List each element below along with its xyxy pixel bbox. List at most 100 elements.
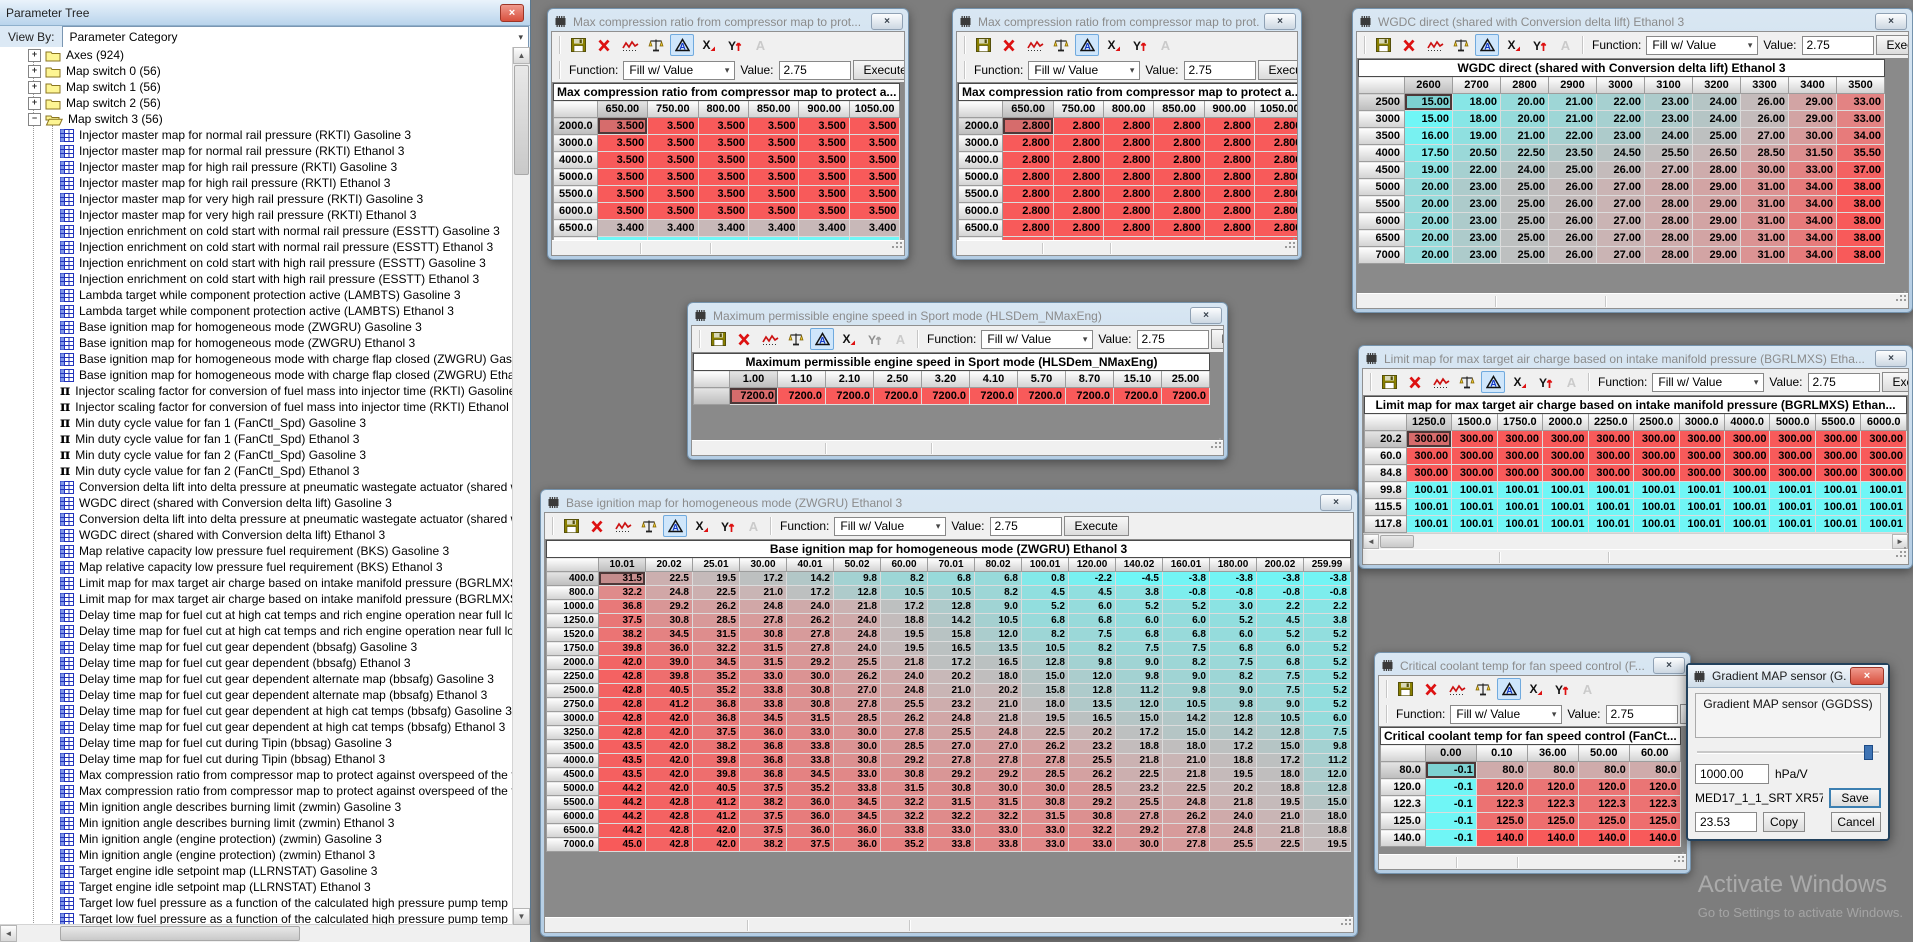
cell[interactable]: 7.5 — [1116, 642, 1163, 656]
cell[interactable]: 34.5 — [834, 796, 881, 810]
cell[interactable]: 300.00 — [1815, 431, 1860, 448]
cell[interactable]: 42.8 — [646, 796, 693, 810]
value-input[interactable]: 2.75 — [779, 61, 851, 80]
cell[interactable]: 29.00 — [1789, 111, 1837, 128]
cell[interactable]: 27.8 — [975, 754, 1022, 768]
cell[interactable]: 23.00 — [1453, 196, 1501, 213]
cell[interactable]: 15.00 — [1405, 94, 1453, 111]
cell[interactable]: 3.500 — [698, 152, 748, 169]
tree-item[interactable]: WGDC direct (shared with Conversion delt… — [0, 495, 513, 511]
close-icon[interactable]: × — [1320, 494, 1352, 511]
cell[interactable]: 26.00 — [1549, 247, 1597, 264]
cell[interactable]: 300.00 — [1815, 465, 1860, 482]
cell[interactable]: 300.00 — [1634, 448, 1679, 465]
cell[interactable]: 7200.0 — [730, 388, 778, 405]
cell[interactable]: 15.0 — [1304, 796, 1351, 810]
cell[interactable]: 3.500 — [597, 186, 647, 203]
cell[interactable]: 300.00 — [1452, 465, 1497, 482]
col-header[interactable]: 1.10 — [778, 371, 826, 388]
row-header[interactable]: 3500.0 — [547, 740, 599, 754]
col-header[interactable]: 2.50 — [874, 371, 922, 388]
cell[interactable]: 35.2 — [693, 684, 740, 698]
cell[interactable]: 22.00 — [1453, 162, 1501, 179]
cell[interactable]: 125.0 — [1578, 813, 1629, 830]
gradient-value2-input[interactable]: 23.53 — [1695, 812, 1757, 832]
cell[interactable]: 15.8 — [928, 628, 975, 642]
cell[interactable]: 3.400 — [749, 220, 799, 237]
cell[interactable]: 19.5 — [1022, 712, 1069, 726]
cell[interactable]: 3.500 — [799, 169, 849, 186]
cell[interactable]: 120.0 — [1629, 779, 1680, 796]
cell[interactable]: 3.500 — [849, 118, 900, 135]
tree-item[interactable]: Injector master map for normal rail pres… — [0, 143, 513, 159]
cell[interactable]: 17.2 — [740, 572, 787, 586]
cell[interactable]: 25.50 — [1645, 145, 1693, 162]
cell[interactable]: 12.8 — [1210, 712, 1257, 726]
cell[interactable]: -0.8 — [1210, 586, 1257, 600]
execute-button[interactable]: Execute — [1882, 372, 1910, 392]
cell[interactable]: 44.2 — [599, 810, 646, 824]
cell[interactable]: 30.00 — [1789, 128, 1837, 145]
cell[interactable]: 23.00 — [1645, 94, 1693, 111]
tree-item[interactable]: Base ignition map for homogeneous mode w… — [0, 367, 513, 383]
axis-y-icon[interactable]: Y — [1127, 34, 1151, 56]
cell[interactable]: 32.2 — [599, 586, 646, 600]
tree-item[interactable]: Injector master map for normal rail pres… — [0, 127, 513, 143]
col-header[interactable]: 30.00 — [740, 558, 787, 572]
cell[interactable]: 9.0 — [1257, 698, 1304, 712]
cell[interactable]: 40.5 — [646, 684, 693, 698]
cell[interactable]: 9.8 — [1304, 740, 1351, 754]
cell[interactable]: 2.800 — [1053, 169, 1103, 186]
cell[interactable]: 24.00 — [1693, 94, 1741, 111]
cell[interactable]: 2.800 — [1003, 118, 1053, 135]
cell[interactable]: 3.500 — [799, 118, 849, 135]
scroll-left-icon[interactable]: ◄ — [1363, 534, 1379, 549]
cell[interactable]: 80.0 — [1476, 762, 1527, 779]
col-header[interactable]: 3.20 — [922, 371, 970, 388]
cell[interactable]: 35.50 — [1837, 145, 1885, 162]
cell[interactable]: 2.800 — [1003, 152, 1053, 169]
axis-y-icon[interactable]: Y — [1533, 371, 1557, 393]
cell[interactable]: 300.00 — [1406, 448, 1451, 465]
cell[interactable]: 100.01 — [1679, 482, 1724, 499]
tree-item[interactable]: Delay time map for fuel cut gear depende… — [0, 639, 513, 655]
cell[interactable]: 29.00 — [1789, 94, 1837, 111]
cell[interactable]: 42.8 — [599, 712, 646, 726]
tree-item[interactable]: −Map switch 3 (56) — [0, 111, 513, 127]
cell[interactable]: -0.1 — [1425, 830, 1476, 847]
value-input[interactable]: 2.75 — [1808, 373, 1880, 392]
cell[interactable]: 18.0 — [1257, 768, 1304, 782]
cell[interactable]: 38.00 — [1837, 213, 1885, 230]
cell[interactable]: 2.800 — [1003, 186, 1053, 203]
row-header[interactable]: 5500.0 — [959, 186, 1003, 203]
cell[interactable]: 19.5 — [881, 642, 928, 656]
cell[interactable]: 5.2 — [1304, 698, 1351, 712]
tree-item[interactable]: Limit map for max target air charge base… — [0, 591, 513, 607]
cell[interactable]: 3.500 — [749, 169, 799, 186]
cell[interactable]: 10.5 — [975, 614, 1022, 628]
cell[interactable]: 3.500 — [799, 152, 849, 169]
cell[interactable]: 37.5 — [693, 726, 740, 740]
col-header[interactable]: 3500 — [1837, 77, 1885, 94]
cell[interactable]: 10.5 — [881, 586, 928, 600]
resize-grip[interactable] — [1341, 913, 1352, 931]
cell[interactable]: 14.2 — [928, 614, 975, 628]
tree-item[interactable]: Target low fuel pressure as a function o… — [0, 895, 513, 911]
cell[interactable]: 26.00 — [1549, 213, 1597, 230]
cell[interactable]: 6.0 — [1116, 614, 1163, 628]
cell[interactable]: 34.5 — [693, 656, 740, 670]
cell[interactable]: 26.00 — [1549, 179, 1597, 196]
row-header[interactable]: 3500 — [1359, 128, 1405, 145]
cell[interactable]: 300.00 — [1497, 431, 1542, 448]
cell[interactable]: 7200.0 — [1162, 388, 1210, 405]
trace-icon[interactable] — [618, 34, 642, 56]
cell[interactable]: 21.8 — [881, 656, 928, 670]
cell[interactable]: 42.0 — [599, 656, 646, 670]
cell[interactable]: -0.8 — [1257, 586, 1304, 600]
col-header[interactable]: 900.00 — [1204, 101, 1254, 118]
cell[interactable]: 36.0 — [740, 726, 787, 740]
col-header[interactable]: 3400 — [1789, 77, 1837, 94]
cell[interactable]: 100.01 — [1406, 482, 1451, 499]
save-icon[interactable] — [566, 34, 590, 56]
row-header[interactable]: 122.3 — [1381, 796, 1426, 813]
